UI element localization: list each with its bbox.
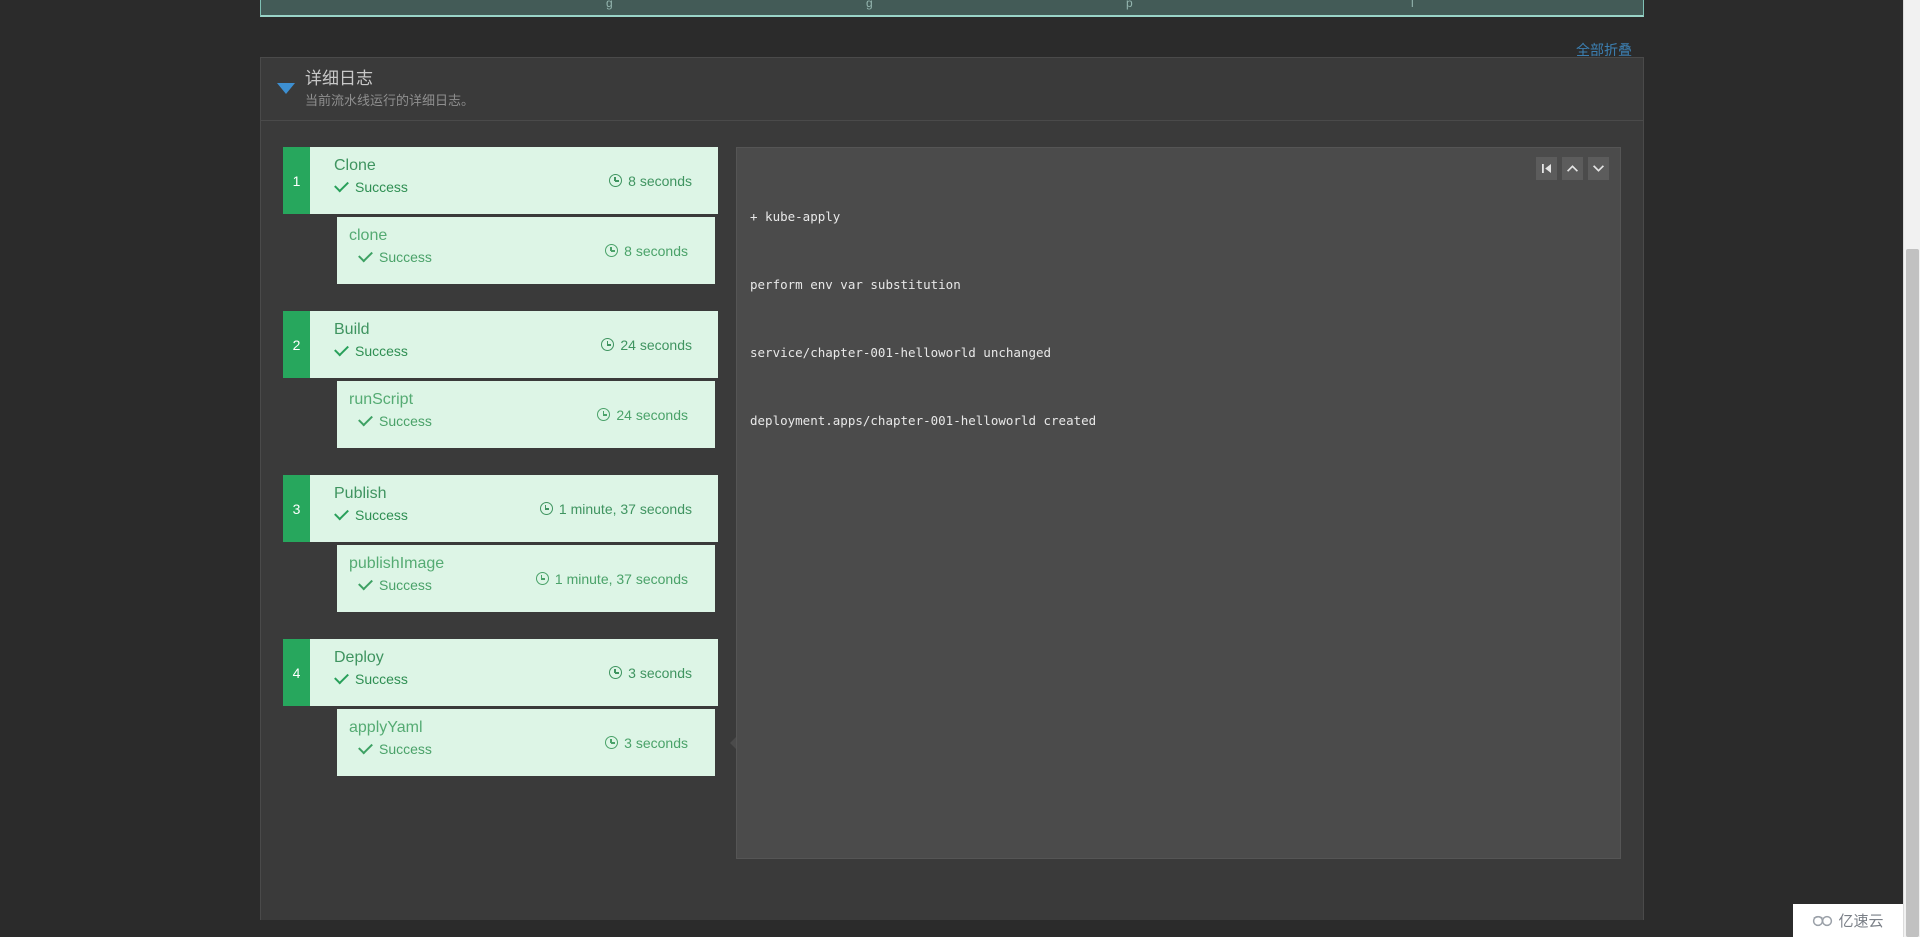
stage-body: Clone Success 8 seconds <box>310 147 718 214</box>
jump-to-top-icon <box>1542 164 1551 173</box>
clock-icon <box>605 736 619 749</box>
caret-down-icon[interactable] <box>277 83 295 94</box>
step-duration-label: 24 seconds <box>616 406 688 423</box>
stage-duration: 24 seconds <box>601 337 692 353</box>
check-icon <box>358 742 372 756</box>
strip-ghost-text-2: g <box>866 0 874 10</box>
stage-duration-label: 1 minute, 37 seconds <box>558 500 692 517</box>
clock-icon <box>601 338 615 351</box>
log-output[interactable]: + kube-apply perform env var substitutio… <box>737 148 1620 477</box>
stage-card-build[interactable]: 2 Build Success 24 seconds <box>283 311 718 378</box>
detail-log-body: 1 Clone Success 8 seconds clone Success … <box>261 121 1643 920</box>
step-status-label: Success <box>379 577 432 593</box>
stage-duration-label: 3 seconds <box>628 664 692 681</box>
stage-group-2: 2 Build Success 24 seconds runScript Suc… <box>283 311 718 448</box>
detail-log-panel: 详细日志 当前流水线运行的详细日志。 1 Clone Success 8 sec… <box>260 57 1644 920</box>
step-duration-label: 3 seconds <box>624 734 688 751</box>
step-card-publishimage[interactable]: publishImage Success 1 minute, 37 second… <box>337 545 715 612</box>
site-watermark: 亿速云 <box>1793 904 1903 937</box>
stage-card-publish[interactable]: 3 Publish Success 1 minute, 37 seconds <box>283 475 718 542</box>
clock-icon <box>539 502 553 515</box>
step-card-runscript[interactable]: runScript Success 24 seconds <box>337 381 715 448</box>
collapse-all-row: 全部折叠 <box>260 19 1644 57</box>
step-duration-label: 8 seconds <box>624 242 688 259</box>
stage-list: 1 Clone Success 8 seconds clone Success … <box>283 147 718 803</box>
stage-number-badge: 2 <box>283 311 310 378</box>
step-status-label: Success <box>379 249 432 265</box>
stage-status-label: Success <box>355 671 408 687</box>
log-line: deployment.apps/chapter-001-helloworld c… <box>750 412 1097 428</box>
page-scrollbar-thumb[interactable] <box>1906 249 1919 937</box>
log-control-group <box>1536 157 1609 180</box>
scroll-down-button[interactable] <box>1588 157 1609 180</box>
step-duration-label: 1 minute, 37 seconds <box>554 570 688 587</box>
step-duration: 8 seconds <box>605 243 688 259</box>
chevron-up-icon <box>1566 165 1579 172</box>
clock-icon <box>535 572 549 585</box>
log-line: + kube-apply <box>750 209 841 225</box>
step-card-applyyaml[interactable]: applyYaml Success 3 seconds <box>337 709 715 776</box>
stage-group-1: 1 Clone Success 8 seconds clone Success … <box>283 147 718 284</box>
stage-body: Deploy Success 3 seconds <box>310 639 718 706</box>
step-card-clone[interactable]: clone Success 8 seconds <box>337 217 715 284</box>
check-icon <box>358 414 372 428</box>
stage-duration-label: 8 seconds <box>628 172 692 189</box>
stage-status-label: Success <box>355 343 408 359</box>
clock-icon <box>609 666 623 679</box>
stage-status-label: Success <box>355 179 408 195</box>
scroll-up-button[interactable] <box>1562 157 1583 180</box>
jump-to-top-button[interactable] <box>1536 157 1557 180</box>
strip-ghost-text-1: g <box>606 0 614 10</box>
page-title: 详细日志 <box>305 69 373 88</box>
step-status-label: Success <box>379 741 432 757</box>
page-scrollbar[interactable] <box>1903 0 1920 937</box>
cloud-logo-icon <box>1813 915 1833 926</box>
stage-duration-label: 24 seconds <box>620 336 692 353</box>
step-duration: 1 minute, 37 seconds <box>535 570 688 587</box>
log-line: service/chapter-001-helloworld unchanged <box>750 344 1052 360</box>
check-icon <box>358 578 372 592</box>
stage-group-4: 4 Deploy Success 3 seconds applyYaml Suc… <box>283 639 718 776</box>
stage-card-deploy[interactable]: 4 Deploy Success 3 seconds <box>283 639 718 706</box>
clock-icon <box>605 244 619 257</box>
collapse-all-link[interactable]: 全部折叠 <box>1576 43 1632 57</box>
stage-card-clone[interactable]: 1 Clone Success 8 seconds <box>283 147 718 214</box>
stage-number-badge: 1 <box>283 147 310 214</box>
page-root: g g p l 全部折叠 详细日志 当前流水线运行的详细日志。 1 Clone <box>0 0 1920 937</box>
stage-group-3: 3 Publish Success 1 minute, 37 seconds p… <box>283 475 718 612</box>
stage-duration: 8 seconds <box>609 173 692 189</box>
log-line: perform env var substitution <box>750 276 961 292</box>
check-icon <box>334 180 348 194</box>
stage-duration: 1 minute, 37 seconds <box>539 500 692 517</box>
stage-number-badge: 4 <box>283 639 310 706</box>
watermark-text: 亿速云 <box>1838 913 1884 930</box>
clock-icon <box>597 408 611 421</box>
pipeline-summary-strip: g g p l <box>260 0 1644 17</box>
log-viewer: + kube-apply perform env var substitutio… <box>736 147 1621 859</box>
stage-body: Publish Success 1 minute, 37 seconds <box>310 475 718 542</box>
step-duration: 24 seconds <box>597 407 688 423</box>
strip-ghost-text-4: l <box>1411 0 1415 10</box>
clock-icon <box>609 174 623 187</box>
check-icon <box>334 672 348 686</box>
stage-number-badge: 3 <box>283 475 310 542</box>
step-status-label: Success <box>379 413 432 429</box>
stage-duration: 3 seconds <box>609 665 692 681</box>
chevron-down-icon <box>1592 165 1605 172</box>
stage-body: Build Success 24 seconds <box>310 311 718 378</box>
detail-log-header: 详细日志 当前流水线运行的详细日志。 <box>261 58 1643 121</box>
step-duration: 3 seconds <box>605 735 688 751</box>
stage-status-label: Success <box>355 507 408 523</box>
check-icon <box>334 508 348 522</box>
page-subtitle: 当前流水线运行的详细日志。 <box>305 93 475 108</box>
strip-ghost-text-3: p <box>1126 0 1134 10</box>
check-icon <box>334 344 348 358</box>
check-icon <box>358 250 372 264</box>
